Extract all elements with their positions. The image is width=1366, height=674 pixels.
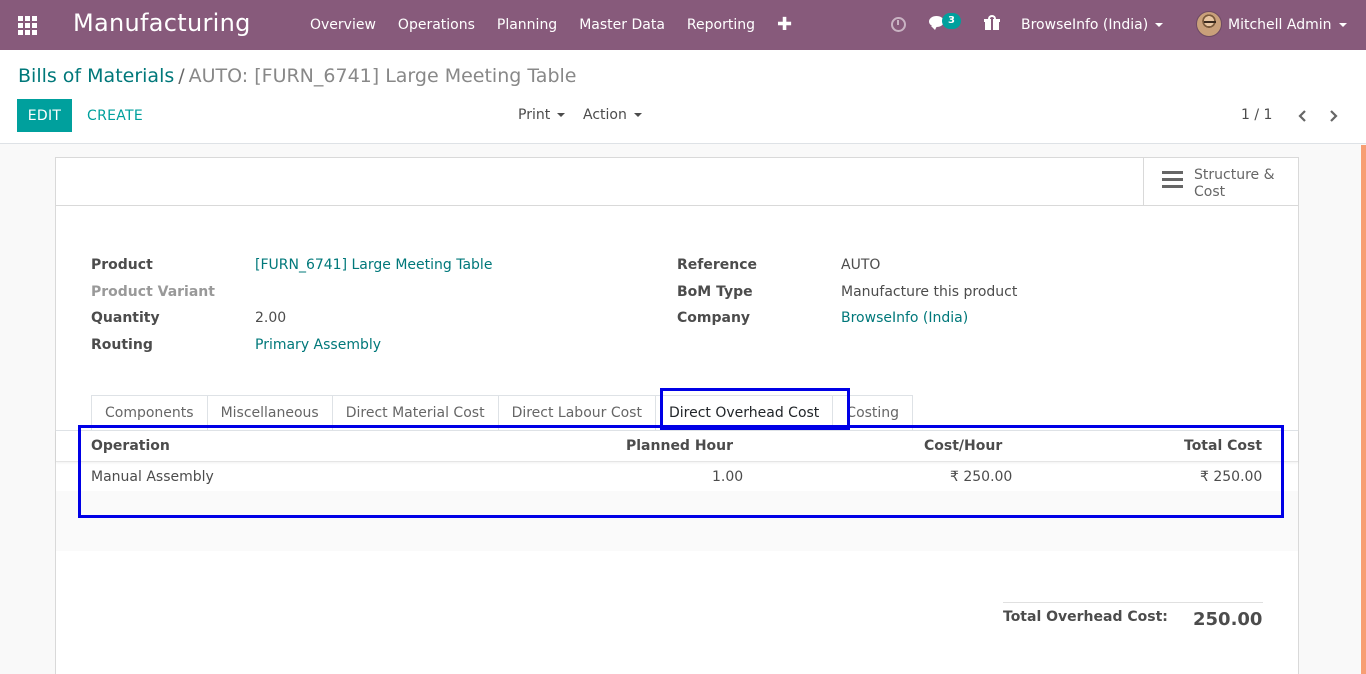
avatar[interactable] [1196,11,1222,37]
total-overhead-cost-label: Total Overhead Cost: [1003,609,1168,625]
breadcrumb-current: AUTO: [FURN_6741] Large Meeting Table [188,65,577,87]
tab-direct-overhead-cost[interactable]: Direct Overhead Cost [654,395,834,431]
product-value[interactable]: [FURN_6741] Large Meeting Table [255,257,492,273]
menu-planning[interactable]: Planning [486,0,568,50]
tab-miscellaneous[interactable]: Miscellaneous [206,395,333,431]
menu-overview[interactable]: Overview [299,0,387,50]
company-name: BrowseInfo (India) [1021,17,1149,33]
chevron-left-icon[interactable] [1297,109,1311,123]
chevron-down-icon [633,113,642,117]
scrollbar[interactable] [1361,145,1366,674]
create-button[interactable]: CREATE [78,99,152,132]
table-header: Operation Planned Hour Cost/Hour Total C… [56,431,1298,462]
company-value[interactable]: BrowseInfo (India) [841,310,968,326]
action-label: Action [583,107,627,123]
column-operation[interactable]: Operation [91,438,170,454]
menu-master-data[interactable]: Master Data [568,0,676,50]
edit-button[interactable]: EDIT [17,99,72,132]
control-panel: Bills of Materials / AUTO: [FURN_6741] Lar… [0,50,1366,144]
routing-value[interactable]: Primary Assembly [255,337,381,353]
tab-components[interactable]: Components [91,395,208,431]
breadcrumb-separator: / [178,65,185,87]
product-label: Product [91,257,153,273]
chevron-down-icon [557,113,566,117]
structure-cost-label-line1: Structure & [1194,167,1275,183]
structure-cost-button[interactable]: Structure & Cost [1143,158,1298,206]
bom-type-value: Manufacture this product [841,284,1018,300]
clock-icon[interactable] [891,17,906,32]
menu-reporting[interactable]: Reporting [676,0,766,50]
column-total-cost[interactable]: Total Cost [1184,438,1262,454]
bars-icon [1162,171,1183,188]
chevron-down-icon [1338,23,1347,27]
structure-cost-label-line2: Cost [1194,184,1226,200]
tab-costing[interactable]: Costing [832,395,914,431]
breadcrumb-bills-of-materials[interactable]: Bills of Materials [18,65,174,87]
total-divider [1003,602,1263,603]
apps-grid-icon[interactable] [18,16,37,35]
pager-value[interactable]: 1 / 1 [1241,107,1272,123]
breadcrumb: Bills of Materials / AUTO: [FURN_6741] Lar… [18,64,576,88]
total-overhead-cost-value: 250.00 [1193,609,1263,630]
messages-count-badge: 3 [942,13,961,29]
tab-direct-material-cost[interactable]: Direct Material Cost [331,395,499,431]
user-menu[interactable]: Mitchell Admin [1228,0,1347,50]
cell-total-cost: ₹ 250.00 [1200,469,1263,485]
cell-operation: Manual Assembly [91,469,214,485]
bom-type-label: BoM Type [677,284,753,300]
action-dropdown[interactable]: Action [583,107,642,123]
routing-label: Routing [91,337,153,353]
company-switcher[interactable]: BrowseInfo (India) [1021,0,1164,50]
print-dropdown[interactable]: Print [518,107,566,123]
gift-icon[interactable] [984,15,1000,30]
cell-cost-per-hour: ₹ 250.00 [950,469,1013,485]
plus-icon[interactable]: ✚ [766,0,803,50]
print-label: Print [518,107,551,123]
main-menu: Overview Operations Planning Master Data… [299,0,803,50]
user-name: Mitchell Admin [1228,17,1332,33]
table-empty-area [56,491,1298,551]
menu-operations[interactable]: Operations [387,0,486,50]
notebook-tabs: Components Miscellaneous Direct Material… [91,395,914,431]
column-cost-per-hour[interactable]: Cost/Hour [924,438,1002,454]
structure-cost-label: Structure & Cost [1194,167,1294,201]
company-label: Company [677,310,751,326]
chevron-down-icon [1155,23,1164,27]
cell-planned-hour: 1.00 [712,469,744,485]
reference-value: AUTO [841,257,881,273]
form-sheet: Structure & Cost Product [FURN_6741] Lar… [55,157,1299,674]
button-box: Structure & Cost [56,158,1298,206]
app-title[interactable]: Manufacturing [73,9,251,37]
chevron-right-icon[interactable] [1327,109,1341,123]
table-row[interactable]: Manual Assembly 1.00 ₹ 250.00 ₹ 250.00 [56,463,1298,491]
reference-label: Reference [677,257,758,273]
quantity-value: 2.00 [255,310,287,326]
product-variant-label: Product Variant [91,284,215,300]
column-planned-hour[interactable]: Planned Hour [626,438,733,454]
quantity-label: Quantity [91,310,160,326]
tab-direct-labour-cost[interactable]: Direct Labour Cost [497,395,656,431]
top-navbar: Manufacturing Overview Operations Planni… [0,0,1366,50]
